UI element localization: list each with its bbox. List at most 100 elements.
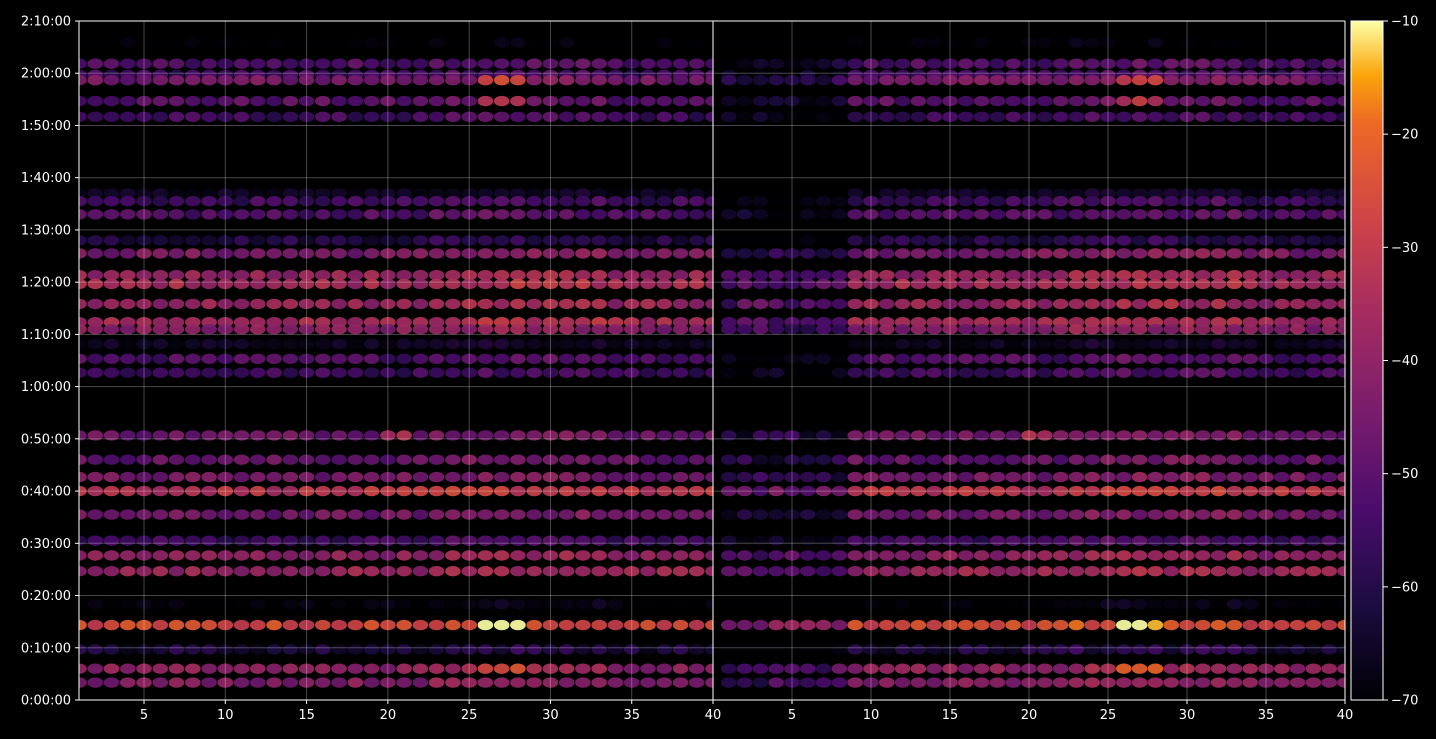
heatmap-cell	[1321, 566, 1337, 577]
heatmap-cell	[249, 278, 266, 290]
heatmap-cell	[201, 454, 217, 465]
heatmap-cell	[656, 566, 672, 577]
heatmap-cell	[445, 324, 461, 335]
heatmap-cell	[752, 75, 769, 86]
heatmap-cell	[1147, 278, 1164, 290]
heatmap-cell	[233, 37, 250, 48]
heatmap-cell	[249, 58, 266, 69]
heatmap-cell	[879, 367, 895, 378]
heatmap-cell	[1195, 324, 1211, 335]
heatmap-cell	[752, 550, 769, 561]
heatmap-cell	[640, 196, 656, 207]
heatmap-cell	[1037, 338, 1053, 350]
heatmap-cell	[87, 324, 104, 335]
heatmap-cell	[831, 298, 848, 310]
heatmap-cell	[526, 367, 542, 378]
heatmap-cell	[152, 111, 169, 123]
heatmap-cell	[736, 454, 753, 465]
heatmap-cell	[428, 644, 445, 655]
heatmap-cell	[87, 209, 104, 220]
heatmap-cell	[721, 278, 737, 290]
heatmap-cell	[721, 338, 737, 350]
heatmap-cell	[1289, 278, 1306, 290]
heatmap-cell	[1068, 644, 1085, 655]
heatmap-cell	[315, 550, 331, 561]
heatmap-cell	[575, 619, 591, 631]
heatmap-cell	[558, 535, 575, 546]
heatmap-cell	[688, 278, 705, 290]
heatmap-cell	[363, 550, 380, 561]
heatmap-cell	[152, 353, 169, 364]
heatmap-cell	[558, 454, 575, 465]
heatmap-cell	[640, 248, 656, 259]
heatmap-cell	[958, 58, 974, 69]
heatmap-cell	[363, 367, 380, 378]
heatmap-cell	[1068, 677, 1085, 688]
x-tick-label: 35	[1258, 708, 1275, 723]
heatmap-cell	[1131, 599, 1148, 610]
heatmap-cell	[688, 535, 705, 546]
heatmap-cell	[510, 111, 526, 123]
heatmap-cell	[721, 324, 737, 335]
heatmap-cell	[575, 566, 591, 577]
heatmap-cell	[989, 278, 1006, 290]
heatmap-cell	[428, 298, 445, 310]
heatmap-cell	[249, 367, 266, 378]
heatmap-cell	[958, 338, 974, 350]
heatmap-cell	[1195, 196, 1211, 207]
heatmap-cell	[493, 644, 510, 655]
heatmap-cell	[428, 353, 445, 364]
heatmap-cell	[1274, 324, 1290, 335]
heatmap-cell	[526, 75, 542, 86]
heatmap-cell	[201, 677, 217, 688]
heatmap-cell	[1052, 509, 1069, 520]
heatmap-cell	[736, 196, 753, 207]
heatmap-cell	[640, 111, 656, 123]
heatmap-cell	[347, 196, 364, 207]
heatmap-cell	[266, 338, 282, 350]
heatmap-cell	[721, 566, 737, 577]
heatmap-cell	[1195, 677, 1211, 688]
heatmap-cell	[926, 644, 942, 655]
heatmap-cell	[266, 235, 282, 246]
heatmap-cell	[721, 196, 737, 207]
heatmap-cell	[445, 550, 461, 561]
heatmap-cell	[752, 324, 769, 335]
heatmap-cell	[1195, 535, 1211, 546]
heatmap-cell	[958, 111, 974, 123]
heatmap-cell	[445, 111, 461, 123]
heatmap-cell	[640, 367, 656, 378]
heatmap-cell	[1274, 566, 1290, 577]
heatmap-cell	[152, 566, 169, 577]
heatmap-cell	[752, 454, 769, 465]
heatmap-cell	[973, 196, 990, 207]
heatmap-cell	[958, 367, 974, 378]
heatmap-cell	[973, 663, 990, 674]
heatmap-cell	[591, 663, 607, 674]
heatmap-cell	[1037, 599, 1053, 610]
heatmap-cell	[973, 298, 990, 310]
heatmap-cell	[233, 566, 250, 577]
heatmap-cell	[331, 619, 347, 631]
heatmap-cell	[1274, 278, 1290, 290]
heatmap-cell	[87, 677, 104, 688]
heatmap-cell	[185, 111, 201, 123]
heatmap-cell	[1005, 509, 1021, 520]
heatmap-cell	[894, 619, 911, 631]
heatmap-cell	[1274, 58, 1290, 69]
heatmap-cell	[1163, 644, 1179, 655]
heatmap-cell	[103, 248, 120, 259]
heatmap-cell	[510, 599, 526, 610]
heatmap-cell	[1321, 367, 1337, 378]
heatmap-cell	[721, 95, 737, 107]
heatmap-cell	[1305, 454, 1322, 465]
x-tick-label: 10	[863, 708, 880, 723]
heatmap-cell	[477, 298, 494, 310]
heatmap-cell	[672, 353, 689, 364]
heatmap-cell	[926, 367, 942, 378]
heatmap-cell	[266, 58, 282, 69]
heatmap-cell	[575, 535, 591, 546]
heatmap-cell	[266, 550, 282, 561]
heatmap-cell	[973, 111, 990, 123]
heatmap-cell	[1068, 471, 1085, 483]
